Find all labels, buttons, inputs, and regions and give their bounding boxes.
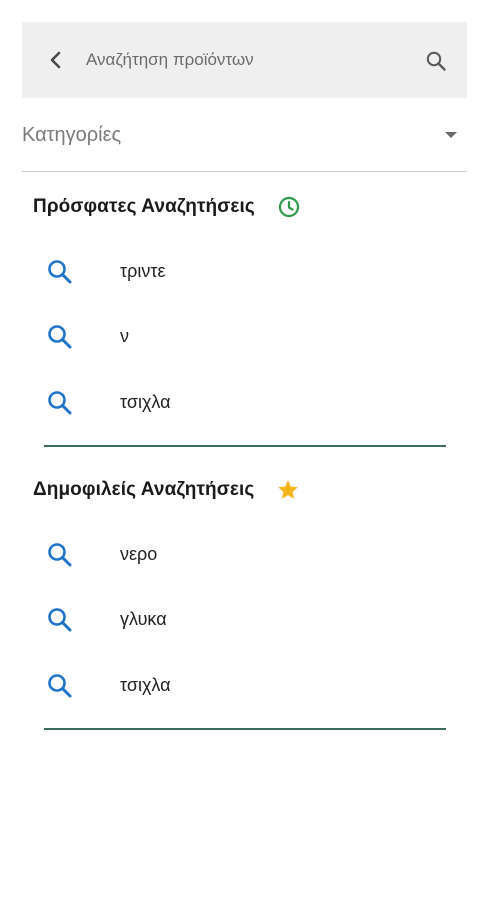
section-divider (44, 445, 446, 447)
search-icon (48, 325, 72, 349)
recent-searches-title: Πρόσφατες Αναζητήσεις (33, 196, 255, 217)
recent-search-label: ν (120, 326, 129, 346)
clock-icon (277, 195, 301, 219)
category-dropdown[interactable]: Κατηγορίες (22, 112, 467, 172)
popular-search-label: τσιχλα (120, 675, 171, 695)
category-dropdown-label: Κατηγορίες (22, 124, 122, 146)
search-icon (48, 391, 72, 415)
popular-search-label: νερο (120, 544, 158, 564)
popular-search-item[interactable]: τσιχλα (44, 661, 446, 711)
caret-down-icon (445, 132, 457, 138)
recent-search-label: τριντε (120, 261, 166, 281)
search-input[interactable] (86, 44, 406, 76)
popular-searches-title: Δημοφιλείς Αναζητήσεις (33, 479, 255, 500)
section-divider (44, 728, 446, 730)
recent-searches-header: Πρόσφατες Αναζητήσεις (33, 195, 301, 219)
recent-search-item[interactable]: τριντε (44, 247, 446, 297)
search-icon (48, 260, 72, 284)
recent-search-label: τσιχλα (120, 392, 171, 412)
search-icon (48, 543, 72, 567)
popular-search-item[interactable]: νερο (44, 530, 446, 580)
chevron-left-icon (50, 51, 61, 69)
popular-search-label: γλυκα (120, 609, 167, 629)
popular-search-item[interactable]: γλυκα (44, 595, 446, 645)
back-button[interactable] (40, 44, 72, 76)
star-icon (276, 478, 300, 502)
popular-searches-header: Δημοφιλείς Αναζητήσεις (33, 478, 300, 502)
search-icon (426, 51, 446, 71)
search-bar (22, 22, 467, 98)
search-button[interactable] (421, 46, 451, 76)
search-icon (48, 674, 72, 698)
recent-search-item[interactable]: τσιχλα (44, 378, 446, 428)
recent-search-item[interactable]: ν (44, 312, 446, 362)
search-icon (48, 608, 72, 632)
